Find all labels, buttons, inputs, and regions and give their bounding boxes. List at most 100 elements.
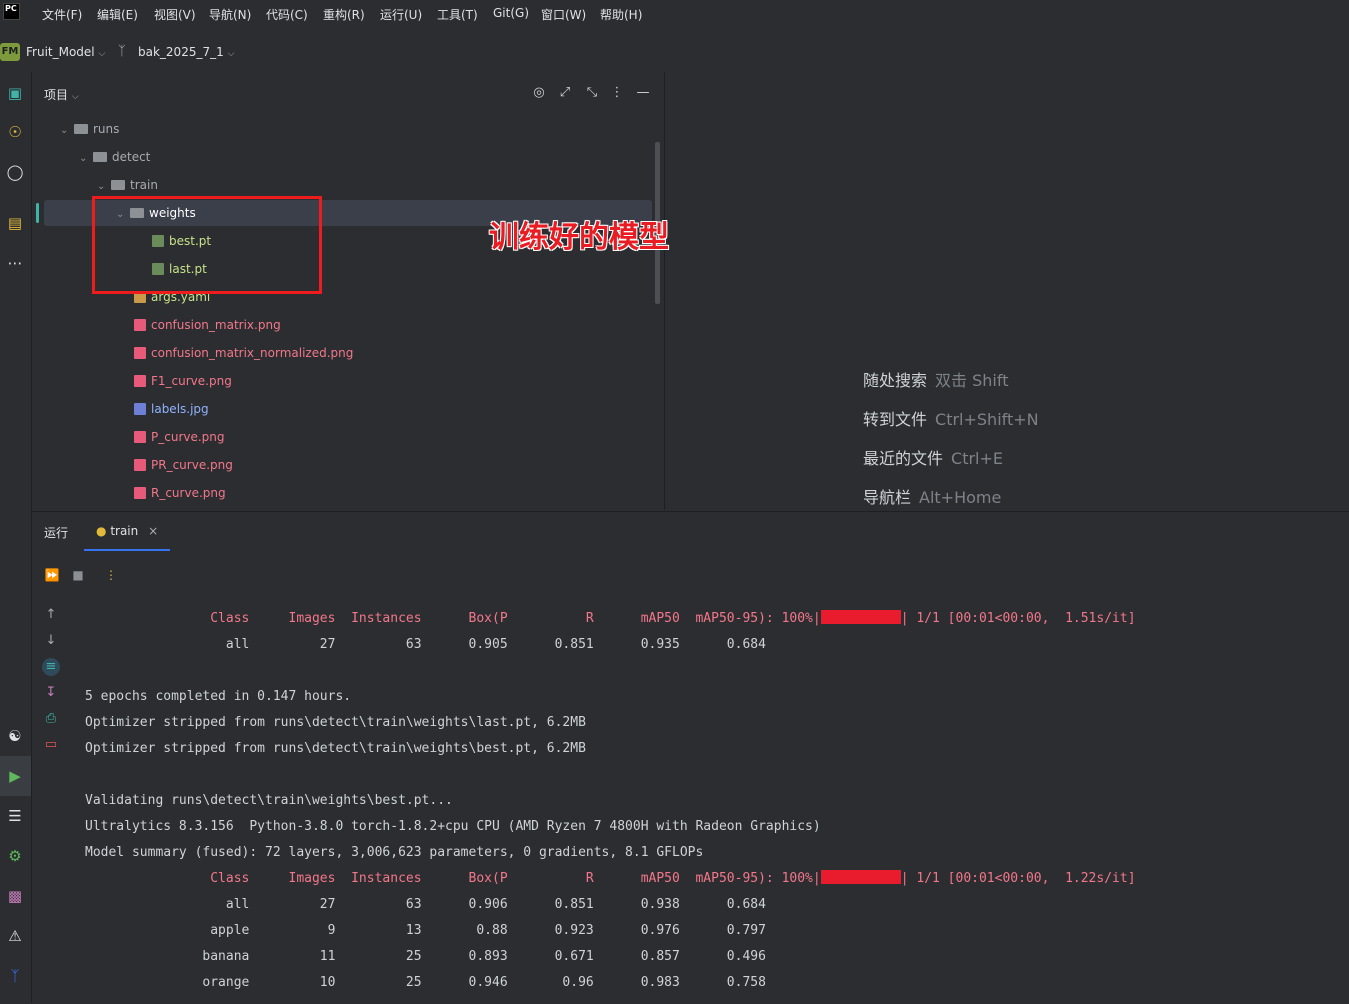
tree-item-detect[interactable]: ⌄ detect: [79, 146, 150, 168]
run-tool-icon[interactable]: ▶: [4, 765, 26, 787]
layers-icon[interactable]: ☰: [4, 805, 26, 827]
chevron-down-icon[interactable]: ⌄: [79, 148, 93, 170]
image-file-icon: [134, 459, 146, 471]
annotation-highlight-box: [92, 196, 322, 294]
project-name-dropdown[interactable]: Fruit_Model ⌵: [26, 45, 105, 59]
progress-bar: [820, 870, 901, 884]
locate-file-icon[interactable]: ◎: [530, 84, 548, 102]
menu-edit[interactable]: 编辑(E): [97, 6, 138, 23]
hint-recent-files: 最近的文件 Ctrl+E: [863, 445, 1003, 469]
chevron-down-icon[interactable]: ⌄: [60, 120, 74, 142]
tree-item-label: R_curve.png: [151, 486, 226, 500]
tree-item-train[interactable]: ⌄ train: [97, 174, 158, 196]
github-icon[interactable]: ◯: [4, 161, 26, 183]
image-file-icon: [134, 403, 146, 415]
menu-navigate[interactable]: 导航(N): [209, 6, 251, 23]
menu-git[interactable]: Git(G): [493, 6, 529, 20]
console-line: Ultralytics 8.3.156 Python-3.8.0 torch-1…: [85, 819, 821, 834]
menu-view[interactable]: 视图(V): [154, 6, 196, 23]
chevron-down-icon[interactable]: ⌄: [97, 176, 111, 198]
pycharm-logo-icon: PC: [3, 3, 20, 20]
console-text: Class Images Instances Box(P R mAP50 mAP…: [85, 611, 821, 626]
run-tab-label: train: [110, 524, 139, 538]
branch-dropdown[interactable]: bak_2025_7_1 ⌵: [138, 45, 234, 59]
tree-item-runs[interactable]: ⌄ runs: [60, 118, 119, 140]
soft-wrap-icon[interactable]: ≡: [42, 658, 60, 676]
chevron-down-icon: ⌵: [227, 49, 235, 59]
tree-item-labels-jpg[interactable]: labels.jpg: [134, 398, 209, 420]
tree-item-label: train: [130, 178, 158, 192]
image-file-icon: [134, 319, 146, 331]
chevron-down-icon: ⌵: [98, 49, 106, 59]
tree-item-confusion-matrix[interactable]: confusion_matrix.png: [134, 314, 281, 336]
tree-item-pr-curve[interactable]: PR_curve.png: [134, 454, 233, 476]
hide-panel-icon[interactable]: —: [634, 84, 652, 102]
structure-tool-icon[interactable]: ▤: [4, 212, 26, 234]
chevron-down-icon: ⌵: [71, 92, 79, 102]
hint-label: 最近的文件: [863, 449, 944, 468]
console-line: Validating runs\detect\train\weights\bes…: [85, 793, 453, 808]
hint-shortcut: 双击 Shift: [935, 371, 1009, 390]
menu-tools[interactable]: 工具(T): [437, 6, 478, 23]
tree-item-label: detect: [112, 150, 151, 164]
tree-item-confusion-matrix-normalized[interactable]: confusion_matrix_normalized.png: [134, 342, 353, 364]
services-gear-icon[interactable]: ⚙: [4, 845, 26, 867]
menu-file[interactable]: 文件(F): [42, 6, 82, 23]
project-panel-title[interactable]: 项目 ⌵: [44, 86, 79, 103]
tree-item-p-curve[interactable]: P_curve.png: [134, 426, 225, 448]
hint-label: 导航栏: [863, 488, 912, 507]
project-panel-title-label: 项目: [44, 88, 69, 102]
active-tab-indicator: [84, 549, 170, 551]
more-options-icon[interactable]: ⋮: [102, 566, 120, 584]
terminal-icon[interactable]: ▩: [4, 885, 26, 907]
project-badge[interactable]: FM: [0, 43, 20, 61]
tree-item-r-curve[interactable]: R_curve.png: [134, 482, 226, 504]
commit-tool-icon[interactable]: ☉: [4, 121, 26, 143]
console-line: orange 10 25 0.946 0.96 0.983 0.758: [85, 975, 766, 990]
tree-item-f1-curve[interactable]: F1_curve.png: [134, 370, 232, 392]
scroll-down-icon[interactable]: ↓: [42, 632, 60, 650]
console-line: all 27 63 0.905 0.851 0.935 0.684: [85, 637, 766, 652]
selection-marker: [36, 203, 39, 223]
console-line: 5 epochs completed in 0.147 hours.: [85, 689, 352, 704]
image-file-icon: [134, 375, 146, 387]
git-tool-icon[interactable]: ᛉ: [4, 965, 26, 987]
python-console-icon[interactable]: ☯: [4, 725, 26, 747]
print-icon[interactable]: ⎙: [42, 710, 60, 728]
console-line: apple 9 13 0.88 0.923 0.976 0.797: [85, 923, 766, 938]
run-panel-title: 运行: [44, 526, 69, 540]
menu-code[interactable]: 代码(C): [266, 6, 308, 23]
run-tab-train[interactable]: ● train ×: [96, 524, 158, 538]
collapse-all-icon[interactable]: ⤡: [583, 84, 601, 102]
tree-item-label: runs: [93, 122, 120, 136]
console-line: Model summary (fused): 72 layers, 3,006,…: [85, 845, 704, 860]
tree-item-label: P_curve.png: [151, 430, 225, 444]
project-name: Fruit_Model: [26, 45, 95, 59]
console-line: Class Images Instances Box(P R mAP50 mAP…: [85, 609, 1136, 629]
options-menu-icon[interactable]: ⋮: [608, 84, 626, 102]
scroll-to-end-icon[interactable]: ↧: [42, 684, 60, 702]
close-icon[interactable]: ×: [148, 524, 158, 538]
project-tool-icon[interactable]: ▣: [4, 82, 26, 104]
menu-window[interactable]: 窗口(W): [541, 6, 586, 23]
folder-icon: [111, 180, 125, 190]
console-line: all 27 63 0.906 0.851 0.938 0.684: [85, 897, 766, 912]
console-line: Optimizer stripped from runs\detect\trai…: [85, 715, 586, 730]
branch-name: bak_2025_7_1: [138, 45, 224, 59]
menu-refactor[interactable]: 重构(R): [323, 6, 365, 23]
more-tools-icon[interactable]: ⋯: [4, 252, 26, 274]
tree-item-label: PR_curve.png: [151, 458, 233, 472]
clear-all-icon[interactable]: ▭: [42, 736, 60, 754]
rerun-icon[interactable]: ⏩: [43, 566, 61, 584]
image-file-icon: [134, 431, 146, 443]
hint-navigation-bar: 导航栏 Alt+Home: [863, 484, 1001, 508]
expand-all-icon[interactable]: ⤢: [556, 84, 574, 102]
problems-icon[interactable]: ⚠: [4, 925, 26, 947]
menu-help[interactable]: 帮助(H): [600, 6, 642, 23]
hint-shortcut: Alt+Home: [919, 488, 1002, 507]
console-line-truncated: [85, 585, 1185, 597]
scroll-up-icon[interactable]: ↑: [42, 606, 60, 624]
menu-run[interactable]: 运行(U): [380, 6, 422, 23]
hint-label: 随处搜索: [863, 371, 928, 390]
stop-icon[interactable]: ■: [69, 566, 87, 584]
